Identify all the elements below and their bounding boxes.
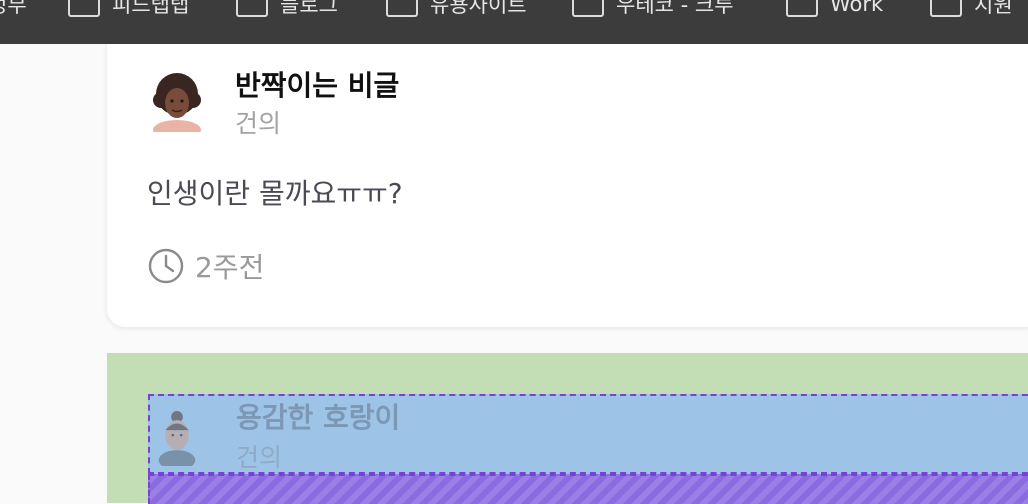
time-label: 2주전 — [195, 251, 265, 284]
folder-icon — [930, 0, 962, 17]
bookmark-label: 지원 — [974, 0, 1013, 17]
folder-icon — [68, 0, 100, 17]
bookmark-folder[interactable]: 피드탭탭 — [68, 0, 189, 17]
folder-icon — [572, 0, 604, 17]
bookmark-label: 피드탭탭 — [112, 0, 190, 17]
post-time: 2주전 — [147, 246, 264, 286]
post-category: 건의 — [235, 109, 282, 138]
folder-icon — [786, 0, 818, 17]
drop-zone: 용감한 호랑이 건의 — [107, 353, 1028, 504]
bun-hair-avatar-icon — [158, 411, 196, 466]
curly-hair-avatar-icon — [153, 73, 201, 132]
folder-icon — [386, 0, 418, 17]
drop-placeholder — [148, 474, 1028, 504]
bookmark-folder[interactable]: 블로그 — [236, 0, 338, 17]
bookmark-label: Work — [830, 0, 884, 16]
bookmark-label: 유용사이트 — [430, 0, 527, 17]
post-author: 반짝이는 비글 — [235, 69, 400, 102]
dragging-post-author: 용감한 호랑이 — [236, 401, 401, 434]
dragging-post-card[interactable]: 용감한 호랑이 건의 — [148, 394, 1028, 474]
clock-icon — [148, 248, 184, 284]
dragging-post-category: 건의 — [236, 443, 283, 472]
bookmark-folder[interactable]: 지원 — [930, 0, 1013, 17]
post-card[interactable]: 반짝이는 비글 건의 인생이란 몰까요ㅠㅠ? 2주전 — [107, 44, 1028, 327]
bookmark-folder[interactable]: 우테코 - 크루 — [572, 0, 734, 17]
post-content: 인생이란 몰까요ㅠㅠ? — [147, 177, 403, 210]
bookmarks-bar: 정부 피드탭탭 블로그 유용사이트 우테코 - 크루 Work 지원 — [0, 0, 1028, 44]
bookmark-label: 정부 — [0, 0, 27, 17]
bookmark-folder[interactable]: 정부 — [0, 0, 27, 17]
folder-icon — [236, 0, 268, 17]
bookmark-folder[interactable]: Work — [786, 0, 883, 17]
bookmark-folder[interactable]: 유용사이트 — [386, 0, 527, 17]
bookmark-label: 블로그 — [280, 0, 338, 17]
bookmark-label: 우테코 - 크루 — [616, 0, 734, 17]
